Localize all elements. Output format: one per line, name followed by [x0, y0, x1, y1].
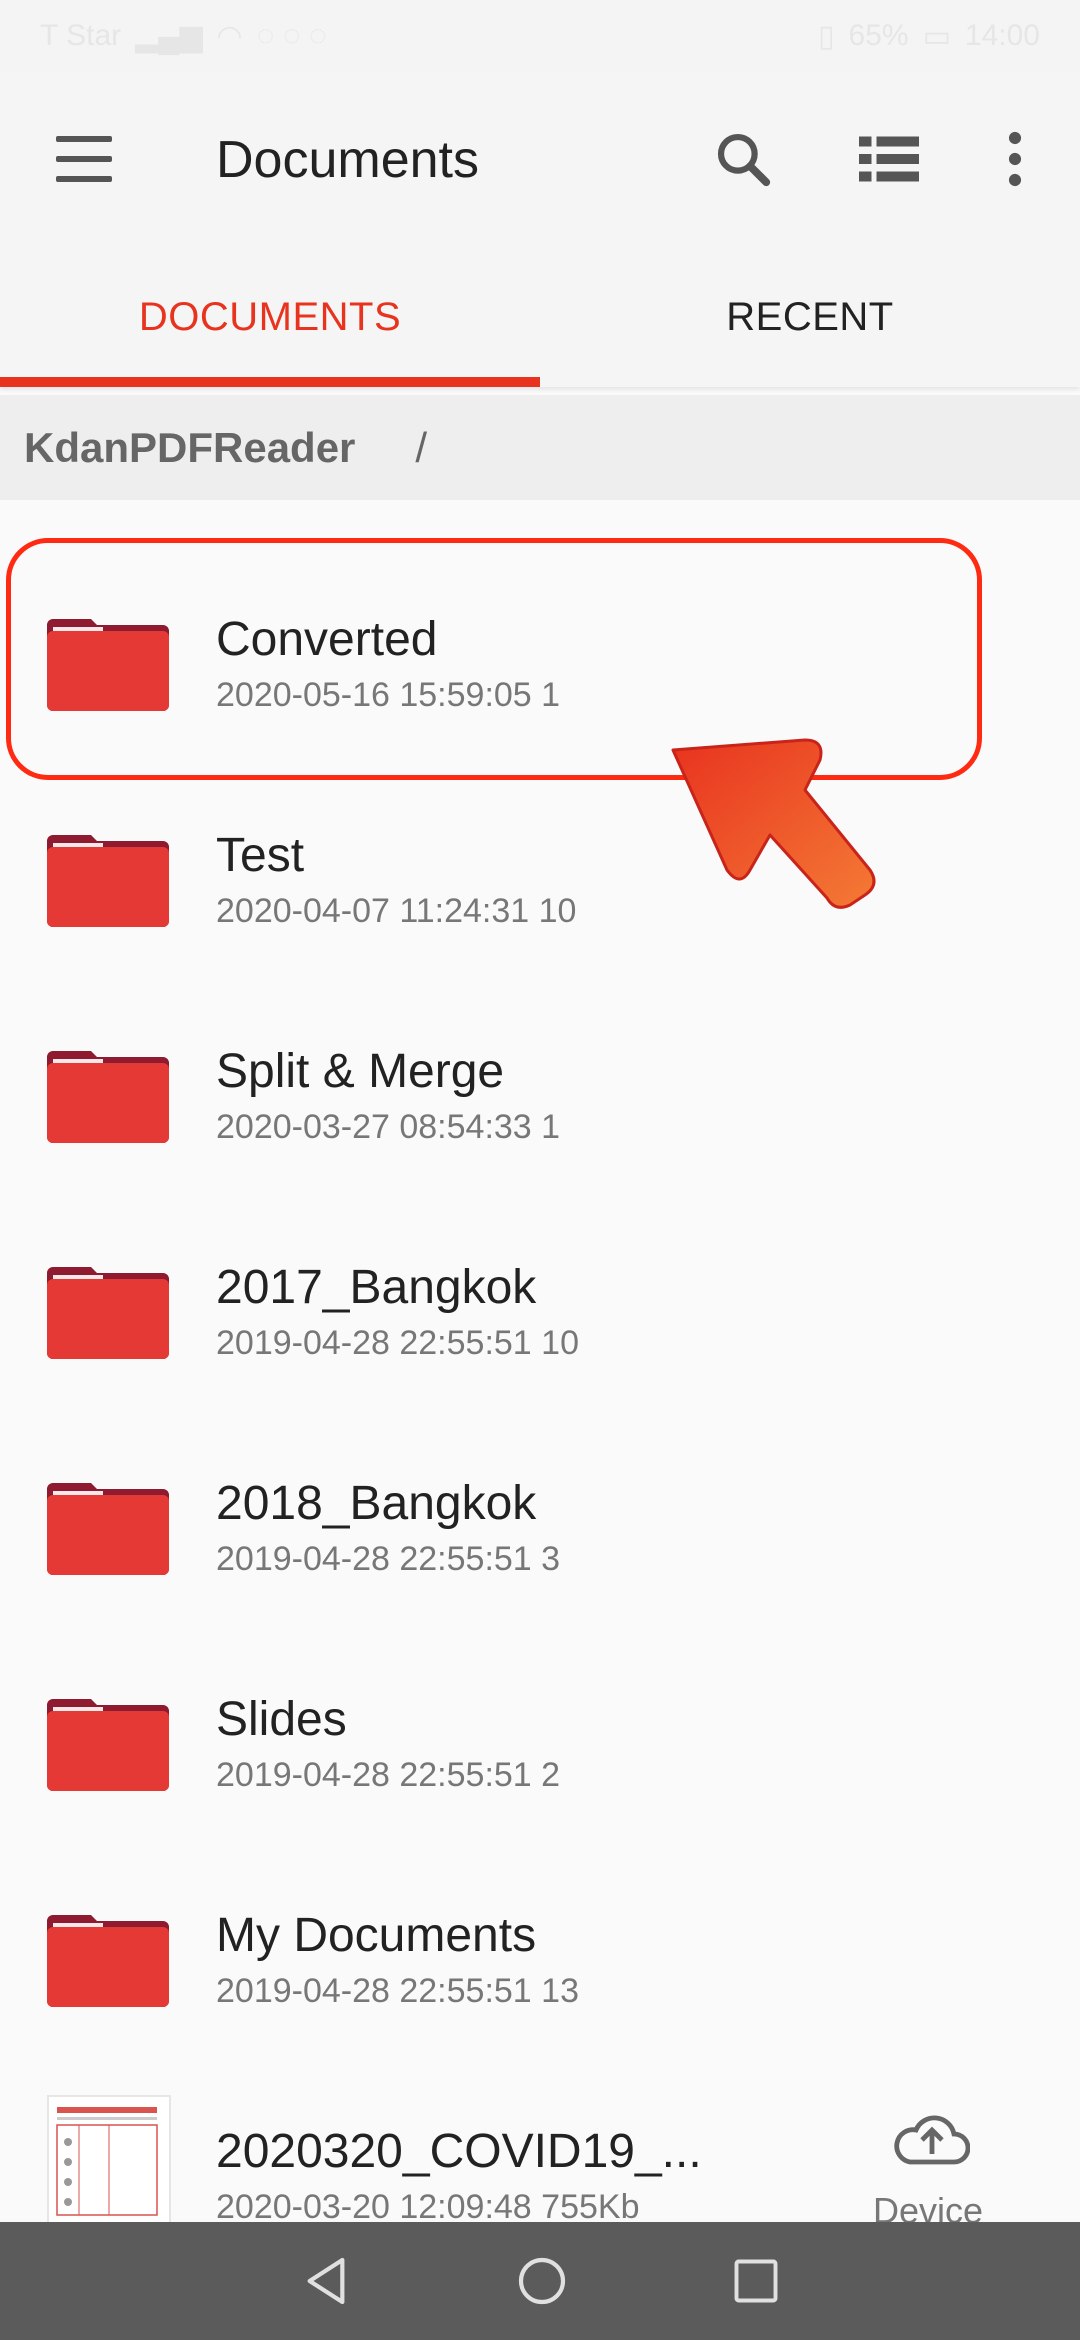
tab-recent-label: RECENT — [726, 294, 894, 339]
tab-documents-label: DOCUMENTS — [138, 294, 402, 339]
app-bar: Documents — [0, 72, 1080, 247]
item-meta: 2019-04-28 22:55:51 10 — [216, 1324, 579, 1362]
list-item[interactable]: My Documents 2019-04-28 22:55:51 13 — [0, 1796, 1080, 2012]
item-name: 2017_Bangkok — [216, 1261, 537, 1314]
pointer-arrow-icon — [671, 738, 876, 909]
cloud-upload-icon — [894, 2115, 970, 2165]
item-meta: 2020-03-27 08:54:33 1 — [216, 1108, 561, 1146]
pdf-thumbnail — [47, 2095, 171, 2229]
folder-icon — [47, 1699, 169, 1791]
item-name: 2018_Bangkok — [216, 1477, 537, 1530]
home-icon[interactable] — [514, 2253, 570, 2309]
tab-bar: DOCUMENTS RECENT — [0, 247, 1080, 387]
folder-icon — [47, 1915, 169, 2007]
notification-icon: ◌ ◌ ◌ — [256, 19, 327, 52]
list-item[interactable]: 2017_Bangkok 2019-04-28 22:55:51 10 — [0, 1148, 1080, 1364]
back-icon[interactable] — [298, 2253, 354, 2309]
menu-icon[interactable] — [50, 134, 120, 186]
tab-indicator — [0, 377, 540, 387]
battery-percent: 65% — [848, 19, 909, 52]
search-icon[interactable] — [708, 124, 778, 194]
breadcrumb-separator: / — [415, 423, 428, 471]
list-item[interactable]: Split & Merge 2020-03-27 08:54:33 1 — [0, 932, 1080, 1148]
tab-recent[interactable]: RECENT — [540, 247, 1080, 387]
list-item[interactable]: 2018_Bangkok 2019-04-28 22:55:51 3 — [0, 1364, 1080, 1580]
item-name: My Documents — [216, 1909, 537, 1962]
breadcrumb-root[interactable]: KdanPDFReader — [24, 424, 355, 472]
vibrate-icon: ▯ — [818, 19, 835, 53]
breadcrumb: KdanPDFReader / — [0, 395, 1080, 500]
battery-icon: ▭ — [922, 19, 951, 53]
screen: T Star ▂▄▆ ◠ ◌ ◌ ◌ ▯ 65% ▭ 14:00 Documen… — [0, 0, 1080, 2340]
signal-icon: ▂▄▆ — [135, 19, 203, 53]
wifi-icon: ◠ — [216, 19, 243, 53]
folder-icon — [47, 1051, 169, 1143]
page-title: Documents — [216, 131, 479, 189]
tab-documents[interactable]: DOCUMENTS — [0, 247, 540, 387]
more-options-icon[interactable] — [980, 124, 1050, 194]
list-view-icon[interactable] — [854, 124, 924, 194]
carrier-label: T Star — [40, 19, 122, 52]
clock: 14:00 — [964, 19, 1040, 52]
item-name: Slides — [216, 1693, 347, 1746]
item-name: Split & Merge — [216, 1045, 505, 1098]
item-meta: 2019-04-28 22:55:51 13 — [216, 1972, 579, 2010]
system-nav-bar — [0, 2222, 1080, 2340]
folder-icon — [47, 1483, 169, 1575]
recents-icon[interactable] — [730, 2255, 782, 2307]
status-bar: T Star ▂▄▆ ◠ ◌ ◌ ◌ ▯ 65% ▭ 14:00 — [0, 0, 1080, 72]
folder-icon — [47, 835, 169, 927]
item-meta: 2019-04-28 22:55:51 2 — [216, 1756, 561, 1794]
item-meta: 2019-04-28 22:55:51 3 — [216, 1540, 561, 1578]
folder-icon — [47, 1267, 169, 1359]
item-name: 2020320_COVID19_... — [216, 2125, 702, 2178]
list-item[interactable]: Slides 2019-04-28 22:55:51 2 — [0, 1580, 1080, 1796]
item-meta: 2020-04-07 11:24:31 10 — [216, 892, 577, 930]
item-name: Test — [216, 829, 305, 882]
